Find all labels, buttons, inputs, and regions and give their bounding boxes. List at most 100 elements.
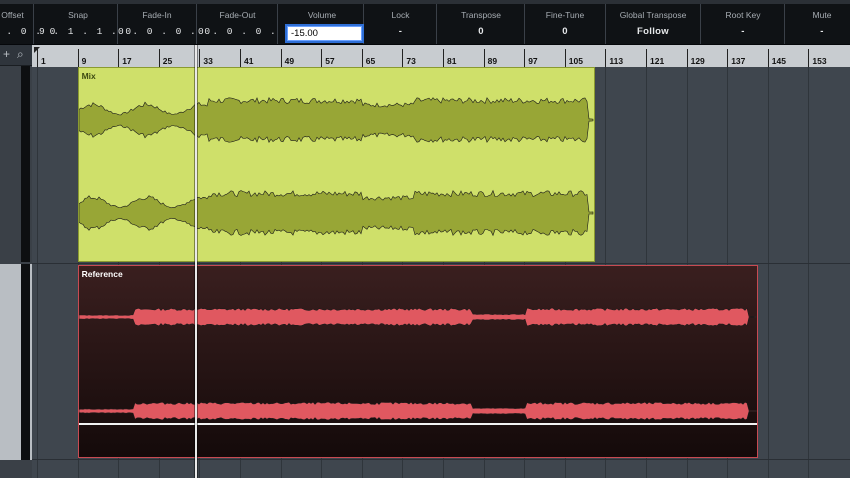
ruler-label: 105: [568, 56, 583, 66]
infoline-mute-value[interactable]: -: [786, 26, 850, 37]
infoline-transpose-label: Transpose: [461, 10, 501, 20]
infoline-lock-label: Lock: [391, 10, 410, 20]
magnifier-icon[interactable]: ⌕: [17, 47, 24, 62]
grid-line: [767, 67, 769, 478]
ruler-label: 145: [771, 56, 786, 66]
infoline-fine-tune[interactable]: Fine-Tune 0: [525, 4, 606, 44]
ruler-tick: [158, 49, 160, 67]
infoline-snap[interactable]: Snap 9 . 1 . 1 . 0: [39, 4, 131, 44]
waveform-channel-2: [78, 401, 757, 421]
ruler-label: 121: [650, 56, 665, 66]
waveform-channel-1: [78, 307, 757, 327]
ruler-tick: [605, 49, 607, 67]
ruler-tick: [524, 49, 526, 67]
audio-event-mix[interactable]: Mix: [77, 67, 596, 262]
event-name: Mix: [81, 71, 96, 81]
ruler-label: 1: [41, 56, 46, 66]
track-divider: [32, 263, 850, 264]
infoline-root-key-value[interactable]: -: [702, 26, 784, 37]
infoline-fade-out-value[interactable]: 0 . 0 . 0 . 0: [198, 26, 290, 37]
infoline-offset[interactable]: Offset 0 . 0 . 0: [0, 4, 55, 44]
ruler-tick: [808, 49, 810, 67]
playhead-cursor[interactable]: [195, 45, 198, 478]
infoline-lock-value[interactable]: -: [365, 26, 436, 37]
arrange-window[interactable]: Mix Reference: [32, 67, 850, 478]
track-mix-color-strip: [21, 66, 30, 262]
infoline-transpose[interactable]: Transpose 0: [438, 4, 525, 44]
waveform: [78, 97, 593, 237]
infoline-snap-value[interactable]: 9 . 1 . 1 . 0: [39, 26, 131, 37]
ruler-label: 153: [812, 56, 827, 66]
ruler-label: 49: [284, 56, 295, 66]
ruler-tick: [321, 49, 323, 67]
ruler-tick: [199, 49, 201, 67]
ruler-tick: [37, 49, 38, 67]
infoline-global-transpose-label: Global Transpose: [619, 10, 687, 20]
infoline-snap-label: Snap: [68, 10, 88, 20]
ruler-label: 89: [487, 56, 498, 66]
infoline-offset-value[interactable]: 0 . 0 . 0: [0, 26, 55, 37]
plus-icon[interactable]: +: [3, 47, 10, 61]
waveform-channel-1: [78, 97, 593, 143]
ruler-label: 9: [81, 56, 87, 66]
ruler-label: 41: [244, 56, 254, 66]
ruler-tick: [402, 49, 404, 67]
track-list-tools: + ⌕: [0, 45, 32, 66]
ruler-label: 65: [365, 56, 376, 66]
ruler-tick: [686, 49, 688, 67]
ruler-label: 97: [528, 56, 538, 66]
infoline-mute-label: Mute: [812, 10, 832, 20]
infoline-fade-out-label: Fade-Out: [219, 10, 256, 20]
audio-event-reference[interactable]: Reference: [77, 265, 758, 458]
ruler-label: 73: [406, 56, 416, 66]
ruler-label: 113: [609, 56, 624, 66]
volume-input[interactable]: [285, 24, 364, 43]
ruler-label: 25: [162, 56, 173, 66]
grid-line: [808, 67, 810, 478]
grid-line: [37, 67, 38, 478]
track-reference-color-strip: [21, 264, 30, 460]
track-divider: [32, 459, 850, 460]
track-mix-header[interactable]: [0, 66, 32, 262]
ruler-label: 17: [122, 56, 132, 66]
ruler-tick: [727, 49, 729, 67]
infoline-mute[interactable]: Mute -: [786, 4, 850, 44]
ruler-label: 57: [325, 56, 335, 66]
infoline-fade-in[interactable]: Fade-In 0 . 0 . 0 . 0: [118, 4, 210, 44]
ruler-tick: [361, 49, 363, 67]
ruler-label: 129: [690, 56, 705, 66]
infoline-fine-tune-label: Fine-Tune: [545, 10, 585, 20]
ruler-label: 81: [447, 56, 457, 66]
ruler-tick: [280, 49, 282, 67]
ruler-tick: [240, 49, 241, 67]
infoline-global-transpose-value[interactable]: Follow: [606, 26, 700, 37]
waveform-channel-2: [78, 189, 593, 237]
infoline-lock[interactable]: Lock -: [365, 4, 437, 44]
infoline-fade-in-label: Fade-In: [142, 10, 172, 20]
ruler-tick: [483, 49, 485, 67]
infoline-fade-out[interactable]: Fade-Out 0 . 0 . 0 . 0: [198, 4, 290, 44]
track-reference-header[interactable]: [0, 264, 32, 460]
timeline-ruler[interactable]: 1 9 17 25 33 41 49 57 65 73 81 89 97 105 113 121 129 137 1…: [32, 45, 850, 68]
ruler-tick: [564, 49, 566, 67]
waveform: [78, 307, 757, 421]
infoline-fade-in-value[interactable]: 0 . 0 . 0 . 0: [118, 26, 210, 37]
ruler-tick: [767, 49, 769, 67]
infoline-root-key[interactable]: Root Key -: [702, 4, 785, 44]
event-name: Reference: [81, 269, 123, 279]
ruler-tick: [77, 49, 79, 67]
infoline-offset-label: Offset: [1, 10, 24, 20]
infoline-global-transpose[interactable]: Global Transpose Follow: [606, 4, 701, 44]
track-list: [0, 66, 32, 478]
infoline-root-key-label: Root Key: [725, 10, 761, 20]
ruler-label: 137: [731, 56, 746, 66]
info-line: Offset 0 . 0 . 0 Snap 9 . 1 . 1 . 0 Fade-In 0…: [0, 0, 850, 45]
infoline-fine-tune-value[interactable]: 0: [525, 26, 605, 37]
ruler-label: 33: [203, 56, 213, 66]
ruler-tick: [443, 49, 444, 67]
ruler-tick: [118, 49, 120, 67]
infoline-volume-label: Volume: [307, 10, 337, 20]
ruler-tick: [646, 49, 647, 67]
infoline-transpose-value[interactable]: 0: [438, 26, 524, 37]
infoline-volume[interactable]: Volume: [281, 4, 364, 44]
